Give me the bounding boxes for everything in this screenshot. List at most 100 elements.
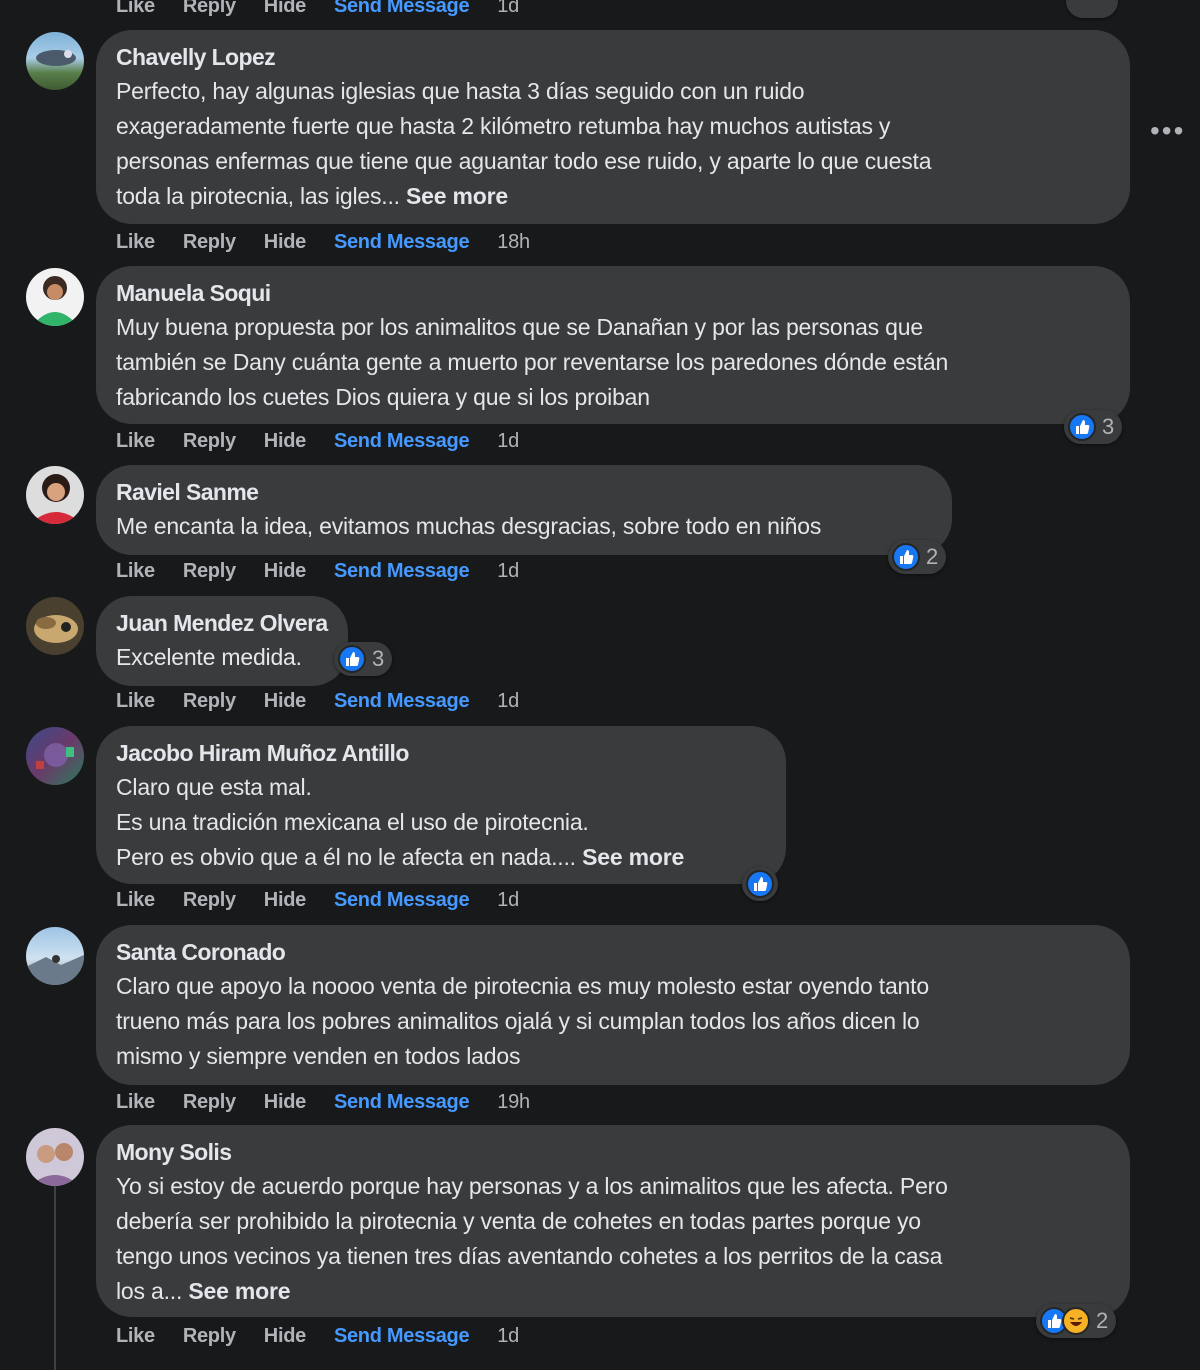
comment-author[interactable]: Chavelly Lopez — [116, 42, 1110, 72]
send-message-action[interactable]: Send Message — [334, 1325, 470, 1348]
hide-action[interactable]: Hide — [264, 231, 306, 254]
comment-time[interactable]: 18h — [497, 231, 530, 254]
reaction-badge[interactable]: 3 — [334, 642, 393, 676]
avatar[interactable] — [26, 1128, 84, 1186]
comment-time[interactable]: 1d — [497, 690, 519, 713]
comment-text: Yo si estoy de acuerdo porque hay person… — [116, 1169, 1110, 1309]
comment-line-text: toda la pirotecnia, las igles... — [116, 183, 400, 209]
avatar[interactable] — [26, 268, 84, 326]
see-more-link[interactable]: See more — [188, 1278, 290, 1304]
avatar-image — [26, 955, 84, 985]
reply-action[interactable]: Reply — [183, 889, 236, 912]
reply-action[interactable]: Reply — [183, 231, 236, 254]
comment-bubble: Chavelly Lopez Perfecto, hay algunas igl… — [96, 30, 1130, 224]
see-more-link[interactable]: See more — [582, 844, 684, 870]
reply-action[interactable]: Reply — [183, 1325, 236, 1348]
comment-line-last: toda la pirotecnia, las igles... See mor… — [116, 179, 1110, 214]
comment-text: Perfecto, hay algunas iglesias que hasta… — [116, 74, 1110, 214]
hide-action[interactable]: Hide — [264, 560, 306, 583]
like-action[interactable]: Like — [116, 0, 155, 18]
comment-author[interactable]: Jacobo Hiram Muñoz Antillo — [116, 738, 766, 768]
reply-action[interactable]: Reply — [183, 430, 236, 453]
send-message-action[interactable]: Send Message — [334, 560, 470, 583]
comment-line-text: Pero es obvio que a él no le afecta en n… — [116, 844, 576, 870]
comment-time[interactable]: 1d — [497, 0, 519, 18]
reply-action[interactable]: Reply — [183, 1091, 236, 1114]
comment-actions: Like Reply Hide Send Message 1d — [116, 1322, 547, 1350]
avatar-image — [30, 1143, 80, 1186]
comment-line: personas enfermas que tiene que aguantar… — [116, 148, 932, 174]
comment-author[interactable]: Manuela Soqui — [116, 278, 1110, 308]
comment-line: debería ser prohibido la pirotecnia y ve… — [116, 1208, 921, 1234]
send-message-action[interactable]: Send Message — [334, 889, 470, 912]
thumbs-up-icon — [892, 543, 920, 571]
comment-author[interactable]: Juan Mendez Olvera — [116, 608, 328, 638]
more-options-icon[interactable]: ••• — [1150, 115, 1185, 147]
comment-bubble: Mony Solis Yo si estoy de acuerdo porque… — [96, 1125, 1130, 1317]
comment-line: Yo si estoy de acuerdo porque hay person… — [116, 1173, 948, 1199]
hide-action[interactable]: Hide — [264, 430, 306, 453]
send-message-action[interactable]: Send Message — [334, 1091, 470, 1114]
like-action[interactable]: Like — [116, 1325, 155, 1348]
avatar[interactable] — [26, 466, 84, 524]
comment-text: Muy buena propuesta por los animalitos q… — [116, 310, 1110, 415]
like-action[interactable]: Like — [116, 690, 155, 713]
avatar[interactable] — [26, 597, 84, 655]
comment-time[interactable]: 19h — [497, 1091, 530, 1114]
reply-action[interactable]: Reply — [183, 0, 236, 18]
avatar-image — [32, 276, 78, 326]
comment-time[interactable]: 1d — [497, 430, 519, 453]
hide-action[interactable]: Hide — [264, 1325, 306, 1348]
comment-line: Excelente medida. — [116, 644, 302, 670]
reaction-badge[interactable] — [1066, 0, 1118, 18]
avatar[interactable] — [26, 727, 84, 785]
comment-line: Claro que esta mal. — [116, 774, 312, 800]
send-message-action[interactable]: Send Message — [334, 690, 470, 713]
comment-line: Claro que apoyo la noooo venta de pirote… — [116, 973, 929, 999]
comment-line: Muy buena propuesta por los animalitos q… — [116, 314, 923, 340]
send-message-action[interactable]: Send Message — [334, 430, 470, 453]
like-action[interactable]: Like — [116, 560, 155, 583]
comment-line-text: los a... — [116, 1278, 183, 1304]
reply-action[interactable]: Reply — [183, 690, 236, 713]
send-message-action[interactable]: Send Message — [334, 0, 470, 18]
comment-text: Claro que esta mal. Es una tradición mex… — [116, 770, 766, 875]
comment-bubble: Manuela Soqui Muy buena propuesta por lo… — [96, 266, 1130, 424]
reaction-badge[interactable]: 2 — [1036, 1304, 1117, 1338]
hide-action[interactable]: Hide — [264, 1091, 306, 1114]
like-action[interactable]: Like — [116, 430, 155, 453]
comment-line: Perfecto, hay algunas iglesias que hasta… — [116, 78, 805, 104]
like-action[interactable]: Like — [116, 889, 155, 912]
send-message-action[interactable]: Send Message — [334, 231, 470, 254]
reaction-count: 3 — [372, 646, 385, 671]
reaction-badge[interactable]: 3 — [1064, 410, 1123, 444]
reply-action[interactable]: Reply — [183, 560, 236, 583]
avatar[interactable] — [26, 32, 84, 90]
like-action[interactable]: Like — [116, 231, 155, 254]
see-more-link[interactable]: See more — [406, 183, 508, 209]
comment-bubble: Raviel Sanme Me encanta la idea, evitamo… — [96, 465, 952, 555]
comment-time[interactable]: 1d — [497, 560, 519, 583]
comment-line: exageradamente fuerte que hasta 2 kilóme… — [116, 113, 891, 139]
hide-action[interactable]: Hide — [264, 0, 306, 18]
comment-actions: Like Reply Hide Send Message 18h — [116, 228, 558, 256]
comment-author[interactable]: Raviel Sanme — [116, 477, 932, 507]
reaction-badge[interactable]: 2 — [888, 540, 947, 574]
comment-text: Excelente medida. — [116, 640, 328, 675]
comment-line: Me encanta la idea, evitamos muchas desg… — [116, 513, 822, 539]
thumbs-up-icon — [746, 870, 774, 898]
comment-line: Es una tradición mexicana el uso de piro… — [116, 809, 589, 835]
comment-time[interactable]: 1d — [497, 1325, 519, 1348]
hide-action[interactable]: Hide — [264, 690, 306, 713]
comment-time[interactable]: 1d — [497, 889, 519, 912]
avatar[interactable] — [26, 927, 84, 985]
comment-text: Me encanta la idea, evitamos muchas desg… — [116, 509, 932, 544]
comment-line: mismo y siempre venden en todos lados — [116, 1043, 521, 1069]
like-action[interactable]: Like — [116, 1091, 155, 1114]
comment-author[interactable]: Santa Coronado — [116, 937, 1110, 967]
comment-author[interactable]: Mony Solis — [116, 1137, 1110, 1167]
comment-bubble: Juan Mendez Olvera Excelente medida. — [96, 596, 348, 686]
hide-action[interactable]: Hide — [264, 889, 306, 912]
reaction-badge[interactable] — [742, 867, 778, 901]
comment-actions: Like Reply Hide Send Message 1d — [116, 427, 547, 455]
